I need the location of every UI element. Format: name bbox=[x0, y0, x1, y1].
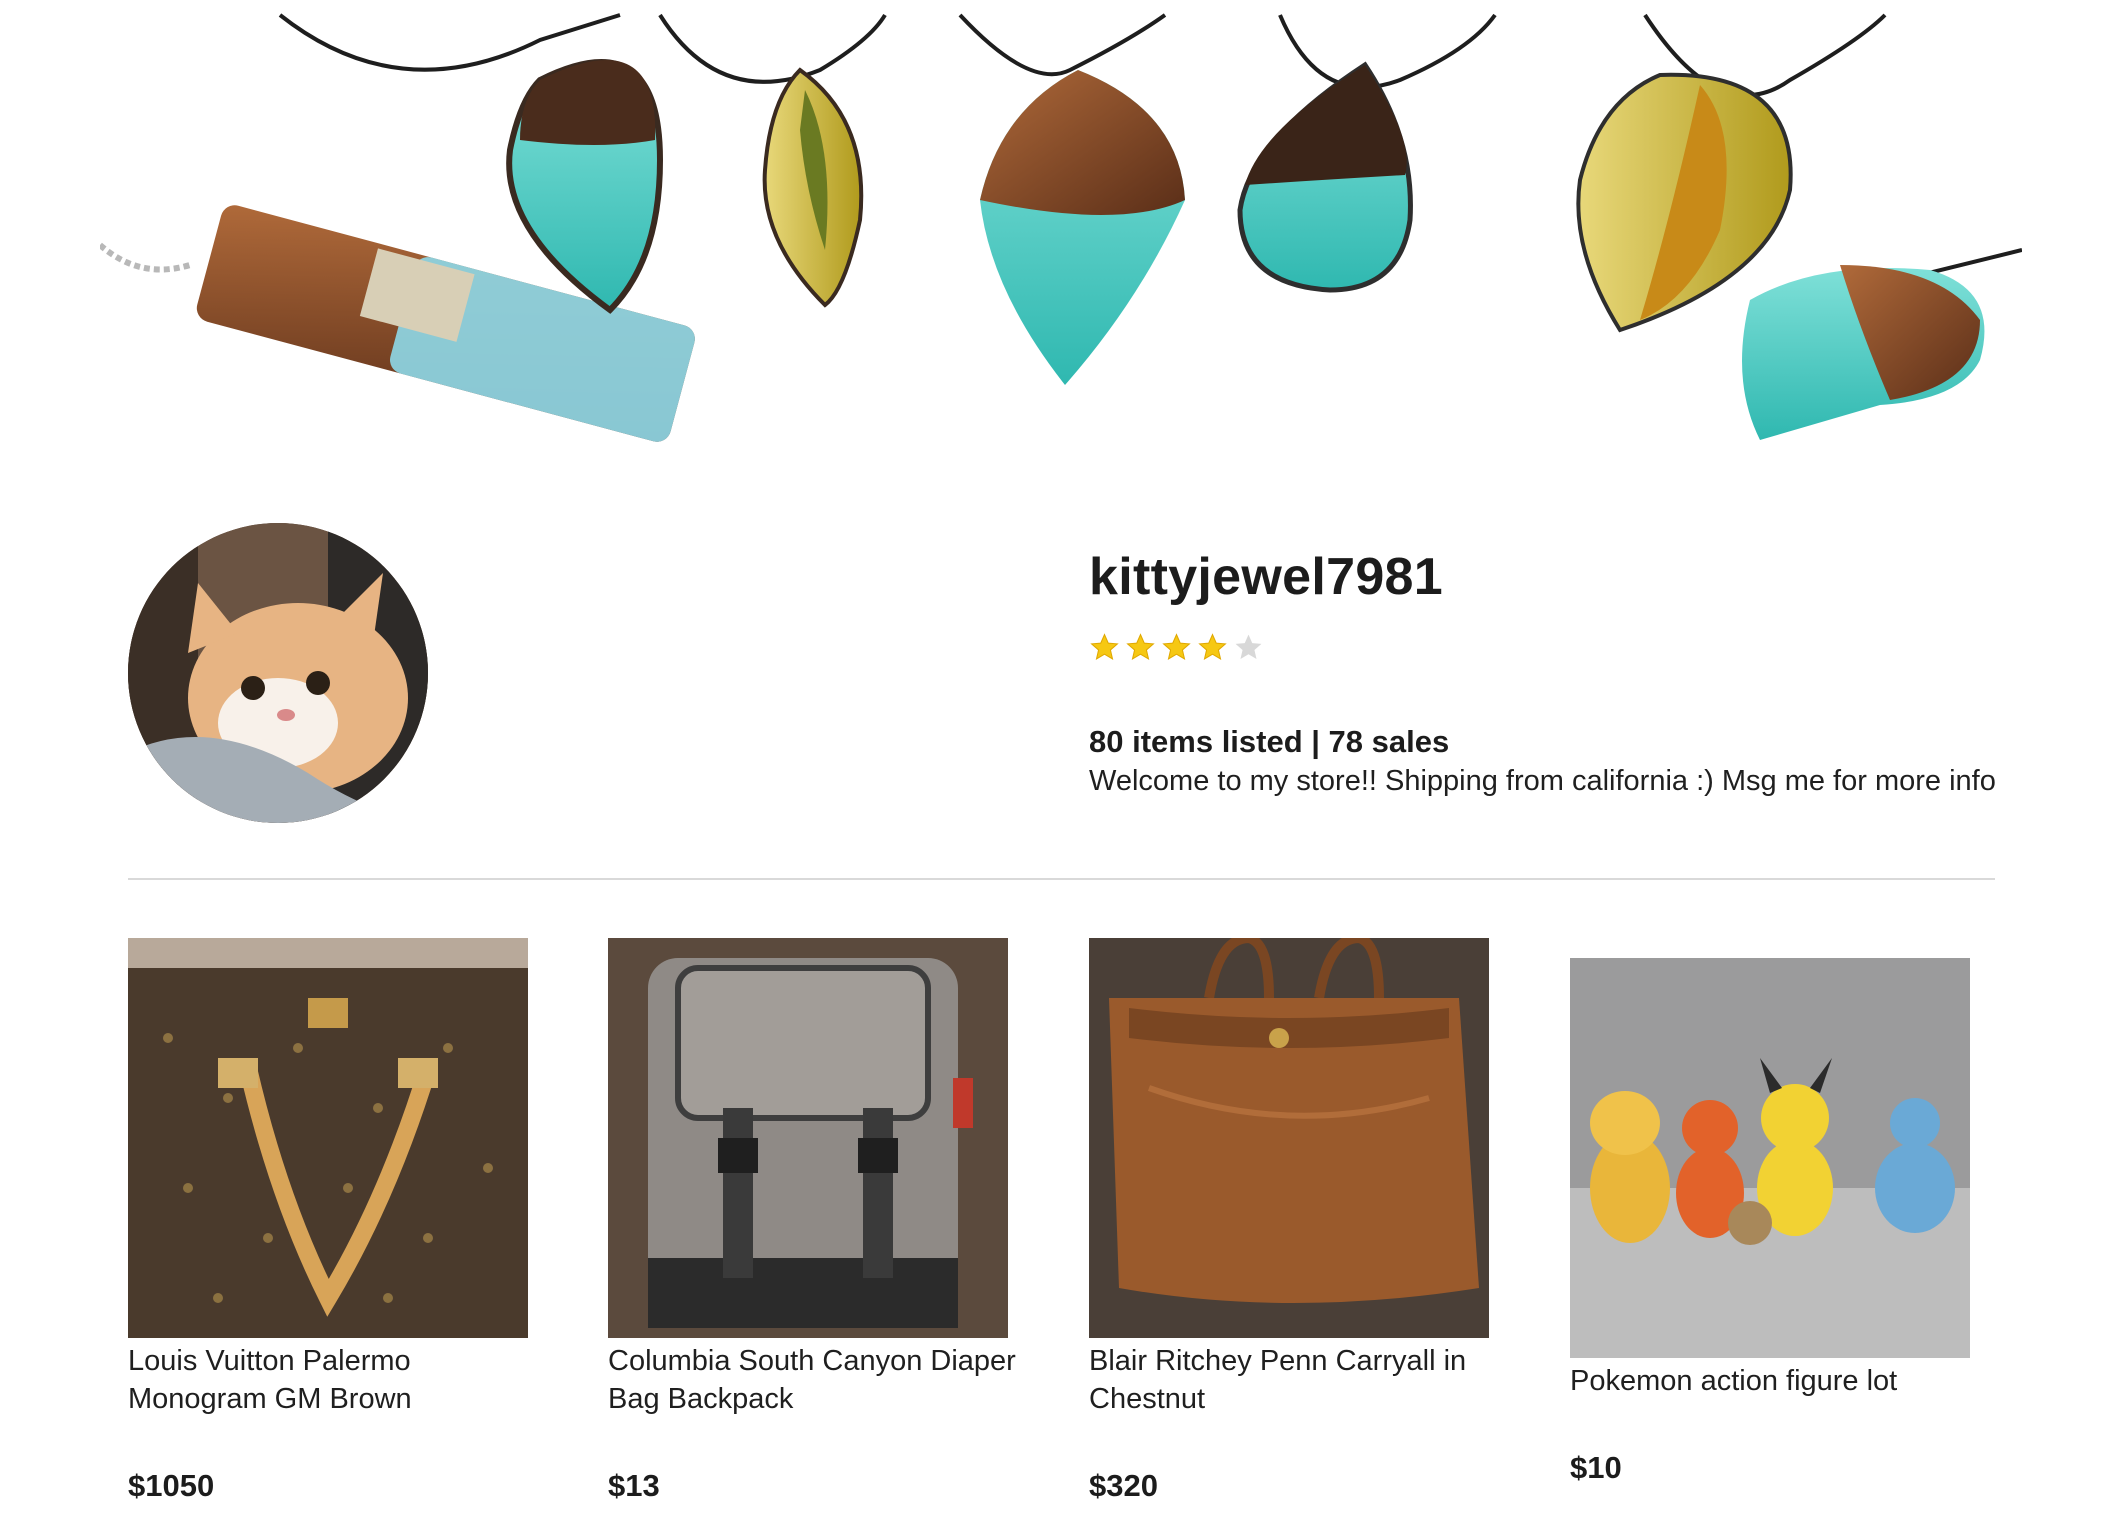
shop-info: kittyjewel7981 80 items listed | 78 sale… bbox=[1089, 545, 2049, 801]
shop-stats: 80 items listed | 78 sales bbox=[1089, 724, 1450, 759]
listing-title[interactable]: Columbia South Canyon Diaper Bag Backpac… bbox=[608, 1342, 1028, 1418]
listing-card[interactable]: Louis Vuitton Palermo Monogram GM Brown … bbox=[128, 938, 548, 1504]
shop-name: kittyjewel7981 bbox=[1089, 548, 1443, 606]
shop-avatar bbox=[128, 523, 428, 823]
listing-title[interactable]: Louis Vuitton Palermo Monogram GM Brown bbox=[128, 1342, 548, 1418]
star-filled-icon bbox=[1198, 632, 1227, 660]
shop-banner-image bbox=[100, 0, 2022, 494]
listing-price: $13 bbox=[608, 1468, 660, 1503]
section-divider bbox=[128, 878, 1995, 880]
listing-image[interactable] bbox=[1570, 958, 1970, 1358]
star-empty-icon bbox=[1235, 634, 1262, 659]
star-filled-icon bbox=[1126, 632, 1155, 660]
listing-image[interactable] bbox=[608, 938, 1008, 1338]
listing-image[interactable] bbox=[1089, 938, 1489, 1338]
shop-rating bbox=[1089, 631, 2049, 663]
listing-price: $320 bbox=[1089, 1468, 1158, 1503]
star-filled-icon bbox=[1090, 632, 1119, 660]
listing-title[interactable]: Pokemon action figure lot bbox=[1570, 1362, 1990, 1400]
listing-image[interactable] bbox=[128, 938, 528, 1338]
listing-title[interactable]: Blair Ritchey Penn Carryall in Chestnut bbox=[1089, 1342, 1509, 1418]
shop-description: Welcome to my store!! Shipping from cali… bbox=[1089, 765, 1996, 797]
listing-card[interactable]: Columbia South Canyon Diaper Bag Backpac… bbox=[608, 938, 1028, 1504]
listing-card[interactable]: Pokemon action figure lot $10 bbox=[1570, 958, 1990, 1486]
listing-price: $10 bbox=[1570, 1450, 1622, 1485]
listing-card[interactable]: Blair Ritchey Penn Carryall in Chestnut … bbox=[1089, 938, 1509, 1504]
star-filled-icon bbox=[1162, 632, 1191, 660]
listing-price: $1050 bbox=[128, 1468, 215, 1503]
